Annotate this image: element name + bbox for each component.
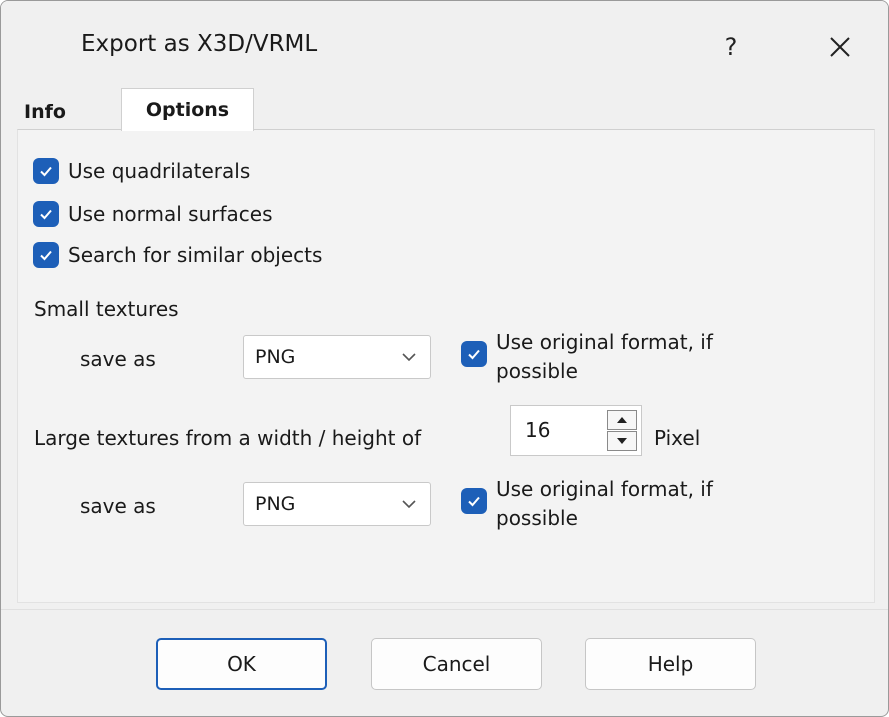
spin-up-button[interactable] bbox=[607, 410, 637, 430]
chevron-down-icon bbox=[402, 500, 416, 509]
tab-options[interactable]: Options bbox=[121, 88, 254, 131]
triangle-up-icon bbox=[617, 417, 627, 423]
large-textures-heading: Large textures from a width / height of bbox=[34, 426, 422, 450]
small-textures-format-value: PNG bbox=[255, 346, 296, 368]
pixel-unit-label: Pixel bbox=[654, 426, 701, 450]
small-textures-format-select[interactable]: PNG bbox=[243, 335, 431, 379]
use-normal-surfaces-checkbox[interactable]: Use normal surfaces bbox=[33, 199, 273, 229]
large-textures-format-select[interactable]: PNG bbox=[243, 482, 431, 526]
large-textures-use-original-label: Use original format, if possible bbox=[496, 477, 713, 530]
texture-size-spinbox[interactable]: 16 bbox=[510, 405, 642, 456]
large-textures-save-as-label: save as bbox=[80, 494, 156, 518]
help-button[interactable]: Help bbox=[585, 638, 756, 690]
checkbox-checked-icon bbox=[33, 242, 59, 268]
checkbox-checked-icon bbox=[33, 158, 59, 184]
cancel-button[interactable]: Cancel bbox=[371, 638, 542, 690]
checkbox-checked-icon bbox=[33, 201, 59, 227]
checkbox-checked-icon bbox=[461, 488, 487, 514]
export-dialog: Export as X3D/VRML ? Info Options Use qu… bbox=[0, 0, 889, 717]
divider bbox=[1, 609, 888, 610]
close-button[interactable] bbox=[815, 25, 865, 69]
triangle-down-icon bbox=[617, 438, 627, 444]
use-quadrilaterals-checkbox[interactable]: Use quadrilaterals bbox=[33, 156, 250, 186]
help-title-button[interactable]: ? bbox=[706, 25, 756, 69]
small-textures-save-as-label: save as bbox=[80, 347, 156, 371]
small-textures-use-original-checkbox[interactable]: Use original format, if possible bbox=[461, 328, 761, 386]
large-textures-format-value: PNG bbox=[255, 493, 296, 515]
ok-button[interactable]: OK bbox=[156, 638, 327, 690]
small-textures-heading: Small textures bbox=[34, 297, 179, 321]
spin-arrows bbox=[607, 410, 637, 451]
texture-size-value: 16 bbox=[525, 418, 551, 442]
search-similar-objects-checkbox[interactable]: Search for similar objects bbox=[33, 240, 322, 270]
chevron-down-icon bbox=[402, 353, 416, 362]
title-bar: Export as X3D/VRML ? bbox=[1, 1, 888, 90]
checkbox-checked-icon bbox=[461, 341, 487, 367]
use-normal-surfaces-label: Use normal surfaces bbox=[68, 202, 273, 226]
search-similar-objects-label: Search for similar objects bbox=[68, 243, 323, 267]
small-textures-use-original-label: Use original format, if possible bbox=[496, 330, 713, 383]
dialog-title: Export as X3D/VRML bbox=[81, 31, 318, 57]
tab-strip: Info Options bbox=[1, 88, 888, 131]
spin-down-button[interactable] bbox=[607, 431, 637, 451]
large-textures-use-original-checkbox[interactable]: Use original format, if possible bbox=[461, 475, 761, 533]
use-quadrilaterals-label: Use quadrilaterals bbox=[68, 159, 251, 183]
tab-info[interactable]: Info bbox=[9, 94, 81, 130]
close-icon bbox=[830, 37, 850, 57]
